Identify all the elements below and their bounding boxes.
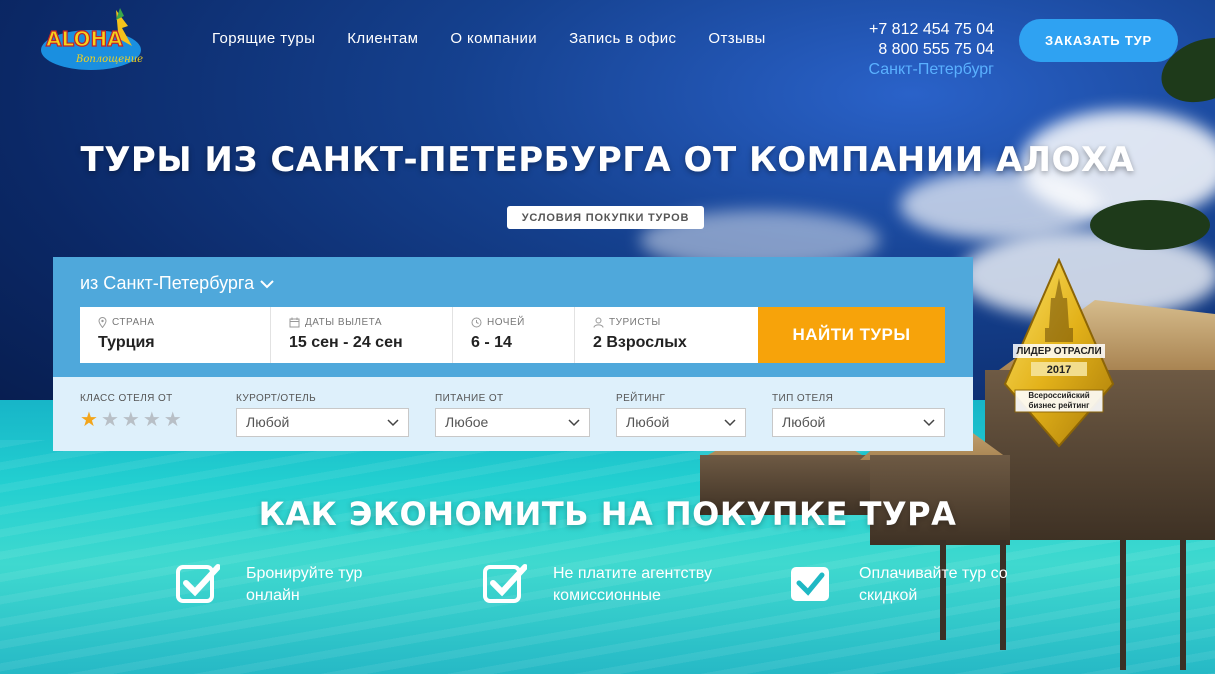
hotel-type-select[interactable]: Любой <box>772 408 945 437</box>
chevron-down-icon <box>260 279 274 288</box>
search-filters: КЛАСС ОТЕЛЯ ОТ ★ ★ ★ ★ ★ КУРОРТ/ОТЕЛЬ Любой … <box>53 377 973 451</box>
star-icon[interactable]: ★ <box>101 410 119 430</box>
rating-value: Любой <box>626 414 670 430</box>
logo[interactable]: ALOHA Воплощение мечты <box>36 6 184 78</box>
tip-book-online: Бронируйте тур онлайн <box>176 563 362 607</box>
country-field[interactable]: СТРАНА Турция <box>80 307 271 363</box>
nav-clients[interactable]: Клиентам <box>347 30 418 47</box>
nav-reviews[interactable]: Отзывы <box>708 30 765 47</box>
city-selector[interactable]: Санкт-Петербург <box>869 60 994 80</box>
badge-line1: Всероссийский <box>1028 391 1090 400</box>
tip-text: Не платите агентству комиссионные <box>553 563 712 607</box>
calendar-icon <box>289 317 300 328</box>
chevron-down-icon <box>568 419 580 427</box>
departure-city-selector[interactable]: из Санкт-Петербурга <box>80 273 274 294</box>
chevron-down-icon <box>387 419 399 427</box>
savings-title: КАК ЭКОНОМИТЬ НА ПОКУПКЕ ТУРА <box>258 495 957 533</box>
meal-select[interactable]: Любое <box>435 408 590 437</box>
phone-primary[interactable]: +7 812 454 75 04 <box>869 20 994 40</box>
country-value: Турция <box>98 334 155 351</box>
page-title: ТУРЫ ИЗ САНКТ-ПЕТЕРБУРГА ОТ КОМПАНИИ АЛО… <box>80 140 1135 180</box>
badge-line2: бизнес рейтинг <box>1028 401 1090 410</box>
nights-value: 6 - 14 <box>471 334 512 351</box>
resort-filter: КУРОРТ/ОТЕЛЬ Любой <box>236 393 409 437</box>
tip-line: Оплачивайте тур со <box>859 565 1008 582</box>
rating-select[interactable]: Любой <box>616 408 746 437</box>
star-icon[interactable]: ★ <box>122 410 140 430</box>
resort-value: Любой <box>246 414 290 430</box>
tip-line: Не платите агентству <box>553 565 712 582</box>
star-icon[interactable]: ★ <box>143 410 161 430</box>
hotel-class-filter: КЛАСС ОТЕЛЯ ОТ ★ ★ ★ ★ ★ <box>80 393 182 430</box>
nav-hot-tours[interactable]: Горящие туры <box>212 30 315 47</box>
nav-about[interactable]: О компании <box>450 30 537 47</box>
hotel-class-stars: ★ ★ ★ ★ ★ <box>80 410 182 430</box>
rating-filter: РЕЙТИНГ Любой <box>616 393 746 437</box>
svg-text:ALOHA: ALOHA <box>46 27 123 51</box>
checkbox-icon <box>176 564 220 603</box>
dates-value: 15 сен - 24 сен <box>289 334 403 351</box>
user-icon <box>593 317 604 328</box>
country-label: СТРАНА <box>112 317 155 328</box>
tip-line: скидкой <box>859 587 918 604</box>
dates-label: ДАТЫ ВЫЛЕТА <box>305 317 383 328</box>
tourists-label: ТУРИСТЫ <box>609 317 661 328</box>
logo-graphic: ALOHA Воплощение мечты <box>41 8 184 70</box>
tour-search-panel: из Санкт-Петербурга СТРАНА Турция ДАТЫ В… <box>53 257 973 377</box>
tourists-field[interactable]: ТУРИСТЫ 2 Взрослых <box>575 307 758 363</box>
order-tour-button[interactable]: ЗАКАЗАТЬ ТУР <box>1019 19 1178 62</box>
tourists-value: 2 Взрослых <box>593 334 687 351</box>
badge-title: ЛИДЕР ОТРАСЛИ <box>1016 346 1102 357</box>
badge-year: 2017 <box>1046 364 1072 376</box>
hotel-type-filter: ТИП ОТЕЛЯ Любой <box>772 393 945 437</box>
main-nav: Горящие туры Клиентам О компании Запись … <box>212 30 766 47</box>
hotel-type-label: ТИП ОТЕЛЯ <box>772 393 834 404</box>
chevron-down-icon <box>724 419 736 427</box>
find-tours-button[interactable]: НАЙТИ ТУРЫ <box>758 307 945 363</box>
hotel-type-value: Любой <box>782 414 826 430</box>
clock-icon <box>471 317 482 328</box>
checkbox-icon <box>791 567 829 601</box>
chevron-down-icon <box>923 419 935 427</box>
phone-secondary[interactable]: 8 800 555 75 04 <box>869 40 994 60</box>
tip-line: комиссионные <box>553 587 661 604</box>
svg-text:Воплощение мечты: Воплощение мечты <box>75 54 146 65</box>
resort-label: КУРОРТ/ОТЕЛЬ <box>236 393 317 404</box>
meal-filter: ПИТАНИЕ ОТ Любое <box>435 393 590 437</box>
resort-select[interactable]: Любой <box>236 408 409 437</box>
tip-text: Оплачивайте тур со скидкой <box>859 563 1008 607</box>
departure-city-label: из Санкт-Петербурга <box>80 273 255 293</box>
industry-leader-badge: ЛИДЕР ОТРАСЛИ 2017 Всероссийский бизнес … <box>1003 257 1115 448</box>
search-fields: СТРАНА Турция ДАТЫ ВЫЛЕТА 15 сен - 24 се… <box>80 307 758 363</box>
contacts: +7 812 454 75 04 8 800 555 75 04 Санкт-П… <box>869 20 994 80</box>
tip-line: онлайн <box>246 587 300 604</box>
star-icon[interactable]: ★ <box>164 410 182 430</box>
tip-text: Бронируйте тур онлайн <box>246 563 362 607</box>
purchase-terms-button[interactable]: УСЛОВИЯ ПОКУПКИ ТУРОВ <box>507 206 704 229</box>
tip-line: Бронируйте тур <box>246 565 363 582</box>
star-icon[interactable]: ★ <box>80 410 98 430</box>
rating-label: РЕЙТИНГ <box>616 393 666 404</box>
checkbox-icon <box>483 564 527 603</box>
dates-field[interactable]: ДАТЫ ВЫЛЕТА 15 сен - 24 сен <box>271 307 453 363</box>
meal-value: Любое <box>445 414 489 430</box>
nights-label: НОЧЕЙ <box>487 317 525 328</box>
meal-label: ПИТАНИЕ ОТ <box>435 393 504 404</box>
nights-field[interactable]: НОЧЕЙ 6 - 14 <box>453 307 575 363</box>
hotel-class-label: КЛАСС ОТЕЛЯ ОТ <box>80 393 173 404</box>
map-pin-icon <box>98 317 107 328</box>
tip-discount: Оплачивайте тур со скидкой <box>789 563 1008 607</box>
tip-no-commission: Не платите агентству комиссионные <box>483 563 712 607</box>
nav-office-booking[interactable]: Запись в офис <box>569 30 676 47</box>
